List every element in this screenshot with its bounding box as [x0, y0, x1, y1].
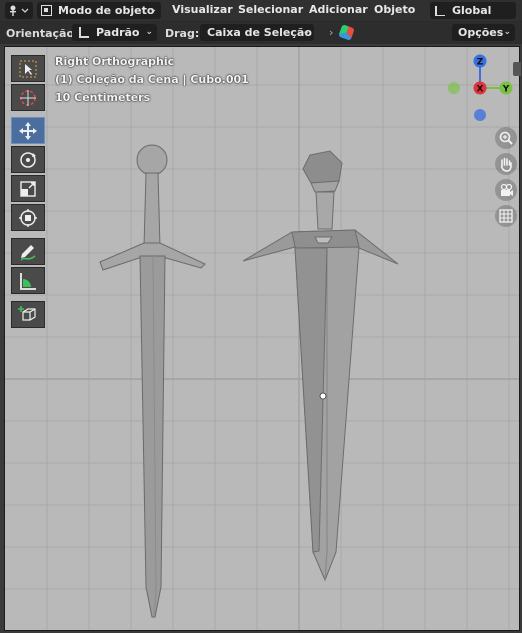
add-cube-icon	[18, 305, 36, 321]
camera-view-icon	[500, 183, 513, 196]
tool-select-box[interactable]	[11, 55, 45, 82]
interaction-mode-label: Modo de objeto	[58, 4, 155, 17]
editor-type-icon	[10, 5, 29, 16]
navigation-gizmo[interactable]: Z Y X	[445, 51, 519, 121]
tool-scale[interactable]	[11, 175, 45, 202]
chevron-down-icon: ⌄	[302, 27, 310, 37]
move-arrows-icon	[19, 121, 37, 140]
ortho-toggle-button[interactable]	[495, 205, 517, 227]
scale-icon	[20, 180, 36, 197]
view-name-text: Right Orthographic	[55, 55, 175, 68]
gizmo-x-label: X	[477, 85, 484, 95]
viewport-header: Modo de objeto ⌄ Visualizar Selecionar A…	[0, 0, 522, 21]
tool-measure[interactable]	[11, 267, 45, 294]
menu-visualizar[interactable]: Visualizar	[172, 3, 233, 16]
chevron-down-icon: ⌄	[149, 5, 157, 15]
tool-annotate[interactable]	[11, 238, 45, 265]
editor-type-button[interactable]	[5, 2, 33, 19]
options-dropdown[interactable]: Opções ⌄	[452, 24, 515, 41]
object-origin-dot	[319, 392, 327, 400]
tool-settings-bar: Orientação: Padrão ⌄ Drag: Caixa de Sele…	[0, 22, 522, 44]
viewport-canvas[interactable]: Right Orthographic (1) Coleção da Cena |…	[4, 46, 520, 631]
transform-icon	[19, 208, 37, 227]
orientation-dropdown[interactable]: Padrão ⌄	[72, 24, 157, 41]
chevron-down-icon: ⌄	[503, 27, 511, 37]
axis-orientation-icon	[434, 5, 446, 17]
gizmo-neg-y-axis[interactable]	[448, 82, 460, 94]
color-palette-icon[interactable]	[338, 24, 355, 41]
gizmo-z-label: Z	[477, 58, 484, 68]
tool-rotate[interactable]	[11, 146, 45, 173]
sword-model-left	[99, 144, 206, 618]
menu-selecionar[interactable]: Selecionar	[238, 3, 303, 16]
tool-add-cube[interactable]	[11, 301, 45, 328]
interaction-mode-dropdown[interactable]: Modo de objeto ⌄	[37, 2, 161, 19]
zoom-button[interactable]	[495, 127, 517, 149]
menu-adicionar[interactable]: Adicionar	[309, 3, 368, 16]
transform-orientation-label: Global	[452, 4, 492, 17]
collection-info-text: (1) Coleção da Cena | Cubo.001	[55, 73, 249, 86]
hand-pan-icon	[500, 157, 512, 172]
sidebar-toggle-tab[interactable]	[513, 62, 521, 76]
pan-button[interactable]	[495, 153, 517, 175]
zoom-icon	[499, 131, 513, 145]
cursor-select-icon	[19, 60, 37, 77]
tool-move[interactable]	[11, 117, 45, 144]
3d-cursor-icon	[20, 89, 36, 106]
tool-cursor[interactable]	[11, 84, 45, 111]
rotate-icon	[20, 151, 36, 168]
options-label: Opções	[458, 26, 504, 39]
gizmo-y-label: Y	[502, 85, 510, 95]
drag-value: Caixa de Seleção	[207, 26, 312, 39]
grid-scale-text: 10 Centimeters	[55, 91, 151, 104]
annotate-pencil-icon	[20, 244, 36, 261]
ortho-grid-icon	[499, 209, 513, 223]
3d-viewport[interactable]: Right Orthographic (1) Coleção da Cena |…	[0, 44, 522, 633]
orientation-value: Padrão	[96, 26, 140, 39]
tool-transform[interactable]	[11, 204, 45, 231]
drag-dropdown[interactable]: Caixa de Seleção ⌄	[200, 24, 314, 41]
camera-view-button[interactable]	[495, 179, 517, 201]
menu-objeto[interactable]: Objeto	[374, 3, 415, 16]
chevron-down-icon: ⌄	[145, 27, 153, 37]
orientation-icon	[77, 27, 90, 38]
blender-app: Modo de objeto ⌄ Visualizar Selecionar A…	[0, 0, 522, 633]
object-mode-icon	[41, 5, 52, 16]
orientation-label: Orientação:	[6, 27, 79, 40]
viewport-grid	[5, 47, 519, 630]
gizmo-neg-z-axis[interactable]	[474, 109, 486, 121]
drag-label: Drag:	[165, 27, 200, 40]
transform-orientation-dropdown[interactable]: Global	[430, 2, 516, 19]
measure-ruler-icon	[20, 272, 36, 290]
sword-model-right	[242, 150, 399, 582]
chevron-right-icon[interactable]: ›	[329, 26, 333, 39]
